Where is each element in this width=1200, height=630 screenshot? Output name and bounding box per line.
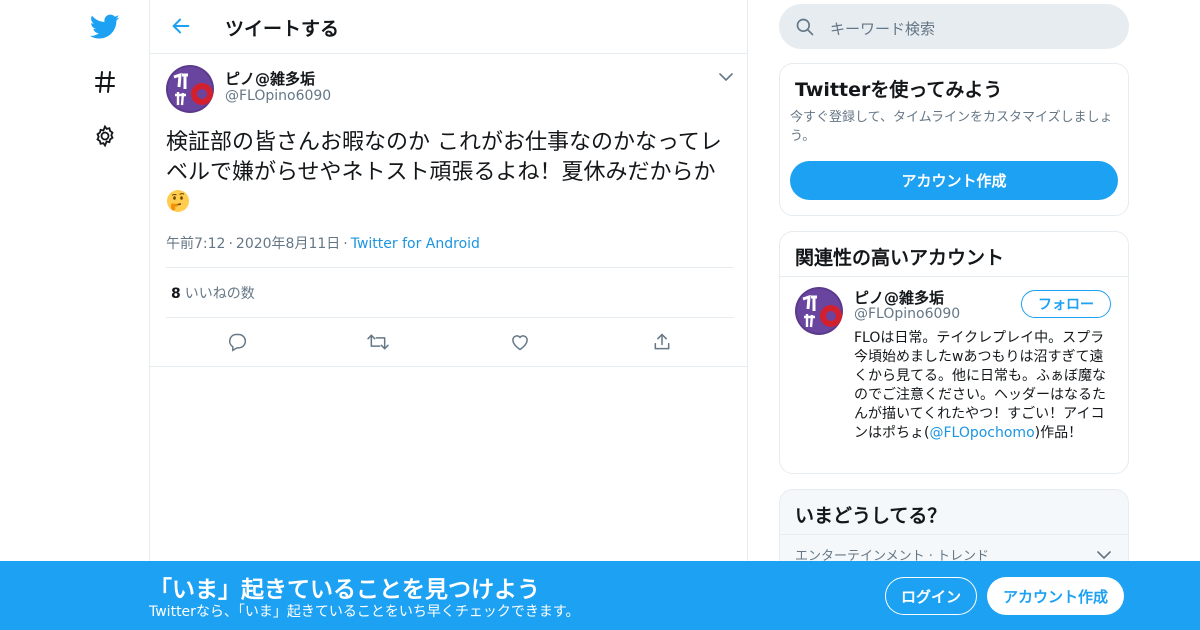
back-button[interactable] — [168, 13, 194, 39]
card-title: Twitterを使ってみよう — [795, 79, 1003, 101]
user-handle[interactable]: @FLOpino6090 — [225, 88, 331, 104]
column-header: ツイートする — [150, 0, 748, 54]
search-bar[interactable]: キーワード検索 — [779, 4, 1129, 49]
tweet-source[interactable]: Twitter for Android — [351, 236, 480, 252]
likes-count: 8 — [171, 286, 181, 302]
banner-title: 「いま」起きていることを見つけよう — [149, 577, 540, 603]
likes-stat[interactable]: 8 いいねの数 — [171, 283, 255, 303]
login-button[interactable]: ログイン — [885, 577, 977, 615]
user-bio: FLOは日常。テイクレプレイ中。スプラ今頃始めましたwあつもりは沼すぎて遠くから… — [854, 329, 1116, 443]
chevron-down-icon[interactable] — [716, 68, 736, 86]
signup-banner: 「いま」起きていることを見つけよう Twitterなら、「いま」起きていることを… — [0, 561, 1200, 630]
divider — [150, 366, 748, 367]
create-account-button[interactable]: アカウント作成 — [790, 161, 1118, 200]
divider — [780, 276, 1128, 277]
follow-button[interactable]: フォロー — [1021, 290, 1111, 318]
left-nav — [60, 0, 150, 630]
search-input[interactable]: キーワード検索 — [830, 18, 935, 39]
avatar[interactable] — [166, 65, 214, 113]
related-accounts-card: 関連性の高いアカウント ピノ@雑多垢 @FLOpino6090 フォロー FLO… — [779, 231, 1129, 474]
signup-description: 今すぐ登録して、タイムラインをカスタマイズしましょう。 — [790, 110, 1113, 144]
twitter-bird-icon[interactable] — [90, 12, 120, 42]
divider — [166, 267, 734, 268]
page-title: ツイートする — [225, 18, 340, 40]
bio-text: )作品！ — [1034, 425, 1083, 441]
display-name[interactable]: ピノ@雑多垢 — [225, 68, 315, 89]
tweet-meta: 午前7:12 · 2020年8月11日 · Twitter for Android — [166, 233, 480, 253]
banner-subtitle: Twitterなら、「いま」起きていることをいち早くチェックできます。 — [149, 604, 580, 620]
divider — [780, 534, 1128, 535]
share-icon[interactable] — [650, 330, 674, 354]
meta-separator: · — [343, 236, 348, 252]
search-icon — [795, 17, 815, 37]
user-handle[interactable]: @FLOpino6090 — [854, 306, 960, 322]
thinking-face-icon — [166, 189, 190, 213]
tweet-body: 検証部の皆さんお暇なのか これがお仕事なのかなってレベルで嫌がらせやネトスト頑張… — [166, 130, 722, 185]
card-title: いまどうしてる？ — [795, 505, 947, 527]
meta-separator: · — [228, 236, 233, 252]
hashtag-icon[interactable] — [90, 67, 120, 97]
retweet-icon[interactable] — [366, 330, 390, 354]
tweet-column: ツイートする ピノ@雑多垢 @FLOpino6090 検証部の皆さんお暇なのか … — [149, 0, 748, 630]
card-title: 関連性の高いアカウント — [795, 247, 1005, 269]
signup-card: Twitterを使ってみよう 今すぐ登録して、タイムラインをカスタマイズしましょ… — [779, 63, 1129, 216]
like-icon[interactable] — [508, 330, 532, 354]
chevron-down-icon[interactable] — [1097, 545, 1113, 560]
tweet-time[interactable]: 午前7:12 — [166, 236, 225, 252]
avatar[interactable] — [795, 287, 843, 335]
tweet-date[interactable]: 2020年8月11日 — [236, 236, 340, 252]
bio-mention-link[interactable]: @FLOpochomo — [929, 425, 1034, 441]
gear-icon[interactable] — [90, 121, 120, 151]
likes-label: いいねの数 — [184, 286, 255, 302]
create-account-button[interactable]: アカウント作成 — [987, 577, 1124, 615]
arrow-left-icon — [172, 18, 190, 34]
reply-icon[interactable] — [225, 330, 249, 354]
display-name[interactable]: ピノ@雑多垢 — [854, 287, 944, 308]
tweet-text: 検証部の皆さんお暇なのか これがお仕事なのかなってレベルで嫌がらせやネトスト頑張… — [166, 128, 726, 218]
divider — [166, 317, 734, 318]
